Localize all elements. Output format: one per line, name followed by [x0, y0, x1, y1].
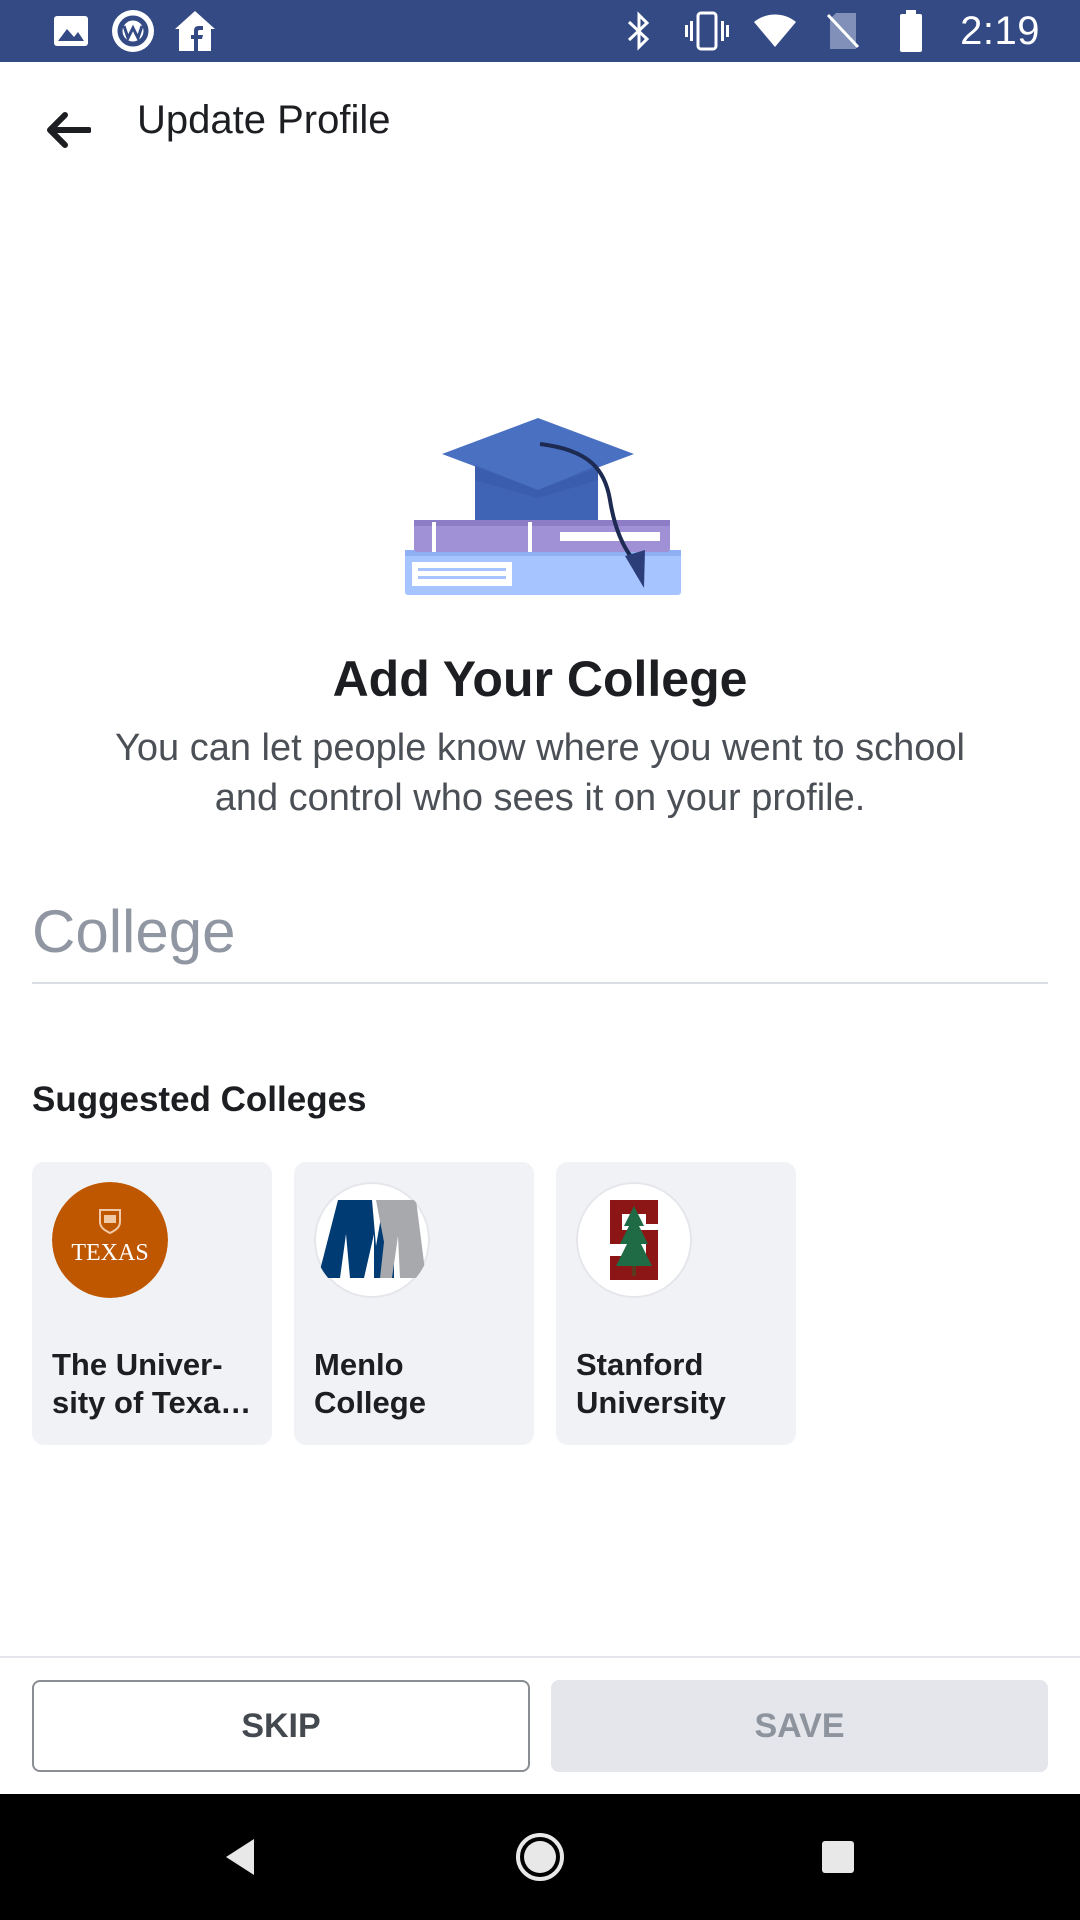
back-triangle-icon — [222, 1837, 258, 1882]
facebook-home-icon — [172, 8, 218, 54]
page-title: Update Profile — [137, 98, 391, 142]
college-card-texas[interactable]: TEXAS The Univer- sity of Texa… — [32, 1162, 272, 1445]
headline: Add Your College — [332, 651, 748, 707]
arrow-left-icon — [45, 111, 92, 154]
status-bar: 2:19 — [0, 0, 1080, 62]
status-left-icons — [48, 8, 218, 54]
college-input[interactable] — [32, 880, 1048, 984]
texas-logo-icon: TEXAS — [52, 1182, 168, 1298]
battery-icon — [888, 8, 934, 54]
college-name: Stanford University — [576, 1347, 726, 1420]
svg-text:TEXAS: TEXAS — [71, 1240, 148, 1266]
image-icon — [48, 8, 94, 54]
back-button[interactable] — [38, 102, 98, 162]
wifi-icon — [752, 8, 798, 54]
system-nav-bar — [0, 1794, 1080, 1920]
status-right-icons: 2:19 — [616, 8, 1040, 54]
suggested-colleges-list: TEXAS The Univer- sity of Texa… Menlo Co… — [32, 1162, 796, 1445]
college-name: The Univer- sity of Texa… — [52, 1347, 252, 1420]
skip-button[interactable]: SKIP — [32, 1680, 530, 1772]
college-card-menlo[interactable]: Menlo College — [294, 1162, 534, 1445]
save-button[interactable]: SAVE — [551, 1680, 1048, 1772]
vibrate-icon — [684, 8, 730, 54]
college-card-stanford[interactable]: Stanford University — [556, 1162, 796, 1445]
nav-home-button[interactable] — [500, 1819, 580, 1899]
nav-back-button[interactable] — [200, 1819, 280, 1899]
bluetooth-icon — [616, 8, 662, 54]
recents-square-icon — [820, 1839, 856, 1880]
bottom-divider — [0, 1656, 1080, 1658]
nav-recents-button[interactable] — [798, 1819, 878, 1899]
suggested-colleges-title: Suggested Colleges — [32, 1080, 367, 1119]
home-circle-icon — [515, 1832, 565, 1887]
stanford-logo-icon — [576, 1182, 692, 1298]
menlo-logo-icon — [314, 1182, 430, 1298]
graduation-cap-books-illustration — [400, 410, 690, 600]
status-time: 2:19 — [960, 8, 1040, 53]
no-sim-icon — [820, 8, 866, 54]
app-bar: Update Profile — [0, 62, 1080, 180]
description: You can let people know where you went t… — [115, 727, 965, 819]
workplace-icon — [110, 8, 156, 54]
college-name: Menlo College — [314, 1347, 426, 1420]
